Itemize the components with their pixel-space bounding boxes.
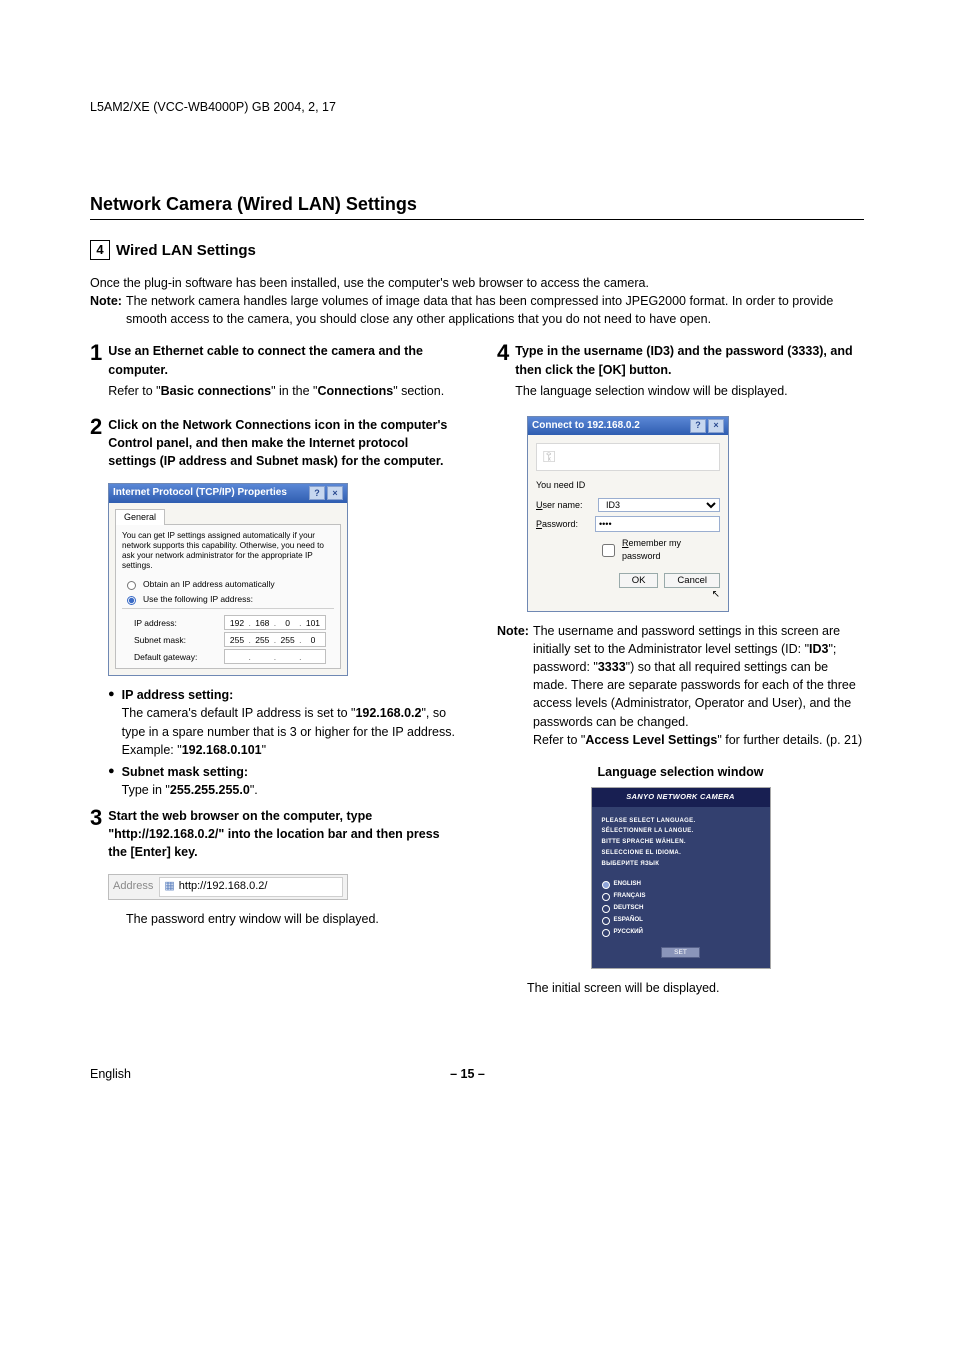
step-4-desc: The language selection window will be di… (515, 382, 864, 400)
cancel-button[interactable]: Cancel (664, 573, 720, 588)
step-1-desc-part: Refer to " (108, 384, 160, 398)
lang-msg: SÉLECTIONNER LA LANGUE. (602, 827, 760, 836)
lang-option[interactable]: ESPAÑOL (602, 916, 760, 925)
radio-manual[interactable] (127, 596, 136, 605)
address-url: http://192.168.0.2/ (179, 879, 268, 895)
lang-msg: ВЫБEPИТE ЯЗЫК (602, 860, 760, 869)
lang-option[interactable]: FRANÇAIS (602, 892, 760, 901)
set-button[interactable]: SET (661, 947, 700, 958)
page-icon: ▦ (164, 879, 174, 895)
step-4-num: 4 (497, 342, 509, 405)
ip-setting-text: The camera's default IP address is set t… (122, 704, 457, 740)
bullet-icon: ● (108, 763, 115, 799)
help-icon[interactable]: ? (690, 419, 706, 433)
section-number: 4 (90, 240, 110, 260)
step-3-title: Start the web browser on the computer, t… (108, 807, 457, 861)
help-icon[interactable]: ? (309, 486, 325, 500)
radio-icon (602, 905, 610, 913)
lang-option[interactable]: РУССКИЙ (602, 928, 760, 937)
bullet-icon: ● (108, 686, 115, 759)
lang-msg: SELECCIONE EL IDIOMA. (602, 849, 760, 858)
radio-icon (602, 881, 610, 889)
close-icon[interactable]: × (708, 419, 724, 433)
password-input[interactable] (595, 516, 720, 532)
tab-general[interactable]: General (115, 509, 165, 525)
lang-option[interactable]: ENGLISH (602, 880, 760, 889)
page-title: Network Camera (Wired LAN) Settings (90, 194, 864, 215)
title-rule (90, 219, 864, 220)
username-select[interactable]: ID3 (598, 498, 720, 512)
section-heading: 4 Wired LAN Settings (90, 240, 864, 260)
page-number: – 15 – (450, 1067, 485, 1081)
step-4-title: Type in the username (ID3) and the passw… (515, 342, 864, 378)
step-1-num: 1 (90, 342, 102, 405)
remember-label: Remember my password (622, 537, 720, 563)
footer-language: English (90, 1067, 131, 1081)
ip-address-input[interactable]: 192. 168. 0. 101 (224, 615, 326, 630)
step-3-after: The password entry window will be displa… (126, 910, 457, 928)
language-window-after: The initial screen will be displayed. (527, 979, 864, 997)
note-label: Note: (497, 622, 529, 749)
ok-button[interactable]: OK (619, 573, 659, 588)
need-id-text: You need ID (536, 479, 720, 492)
keys-icon: ⚿ (536, 443, 720, 471)
radio-icon (602, 893, 610, 901)
lang-msg: PLEASE SELECT LANGUAGE. (602, 817, 760, 826)
section-heading-text: Wired LAN Settings (116, 242, 256, 259)
connect-dialog: Connect to 192.168.0.2 ? × ⚿ You need ID… (527, 416, 729, 612)
step-1-desc-bold2: Connections (317, 384, 393, 398)
step-1-desc-part2: " in the " (271, 384, 317, 398)
cursor-icon: ↖ (712, 589, 720, 600)
intro-line: Once the plug-in software has been insta… (90, 274, 864, 292)
password-label: Password: (536, 518, 589, 531)
subnet-setting-title: Subnet mask setting: (122, 763, 457, 781)
note-text: The network camera handles large volumes… (126, 292, 864, 328)
username-label: User name: (536, 499, 592, 512)
lang-msg: BITTE SPRACHE WÄHLEN. (602, 838, 760, 847)
remember-checkbox[interactable] (602, 544, 615, 557)
ip-address-label: IP address: (134, 617, 224, 629)
close-icon[interactable]: × (327, 486, 343, 500)
step-3-num: 3 (90, 807, 102, 864)
radio-icon (602, 929, 610, 937)
default-gateway-input[interactable]: ... (224, 649, 326, 664)
step-1-desc-bold: Basic connections (161, 384, 271, 398)
ip-setting-example: Example: "192.168.0.101" (122, 741, 457, 759)
radio-auto-label: Obtain an IP address automatically (143, 578, 275, 590)
tcpip-dialog: Internet Protocol (TCP/IP) Properties ? … (108, 483, 348, 676)
step-1-title: Use an Ethernet cable to connect the cam… (108, 342, 457, 378)
step-1-desc: Refer to "Basic connections" in the "Con… (108, 382, 457, 400)
header-line: L5AM2/XE (VCC-WB4000P) GB 2004, 2, 17 (90, 100, 864, 114)
subnet-setting-text: Type in "255.255.255.0". (122, 781, 457, 799)
radio-icon (602, 917, 610, 925)
browser-address-bar[interactable]: Address ▦ http://192.168.0.2/ (108, 874, 348, 900)
tcpip-dialog-title: Internet Protocol (TCP/IP) Properties (113, 486, 287, 501)
default-gateway-label: Default gateway: (134, 651, 224, 663)
step-1-desc-part3: " section. (393, 384, 444, 398)
lang-option[interactable]: DEUTSCH (602, 904, 760, 913)
step-2-title: Click on the Network Connections icon in… (108, 416, 457, 470)
connect-dialog-title: Connect to 192.168.0.2 (532, 419, 640, 434)
note-label: Note: (90, 292, 122, 328)
language-window-header: SANYO NETWORK CAMERA (592, 788, 770, 807)
address-label: Address (113, 879, 153, 895)
language-window-caption: Language selection window (497, 763, 864, 781)
radio-auto[interactable] (127, 581, 136, 590)
subnet-mask-input[interactable]: 255. 255. 255. 0 (224, 632, 326, 647)
step-2-num: 2 (90, 416, 102, 473)
intro: Once the plug-in software has been insta… (90, 274, 864, 328)
subnet-mask-label: Subnet mask: (134, 634, 224, 646)
radio-manual-label: Use the following IP address: (143, 593, 253, 605)
note-text: The username and password settings in th… (533, 622, 864, 749)
tcpip-dialog-text: You can get IP settings assigned automat… (122, 531, 334, 572)
ip-setting-title: IP address setting: (122, 686, 457, 704)
language-window: SANYO NETWORK CAMERA PLEASE SELECT LANGU… (591, 787, 771, 969)
